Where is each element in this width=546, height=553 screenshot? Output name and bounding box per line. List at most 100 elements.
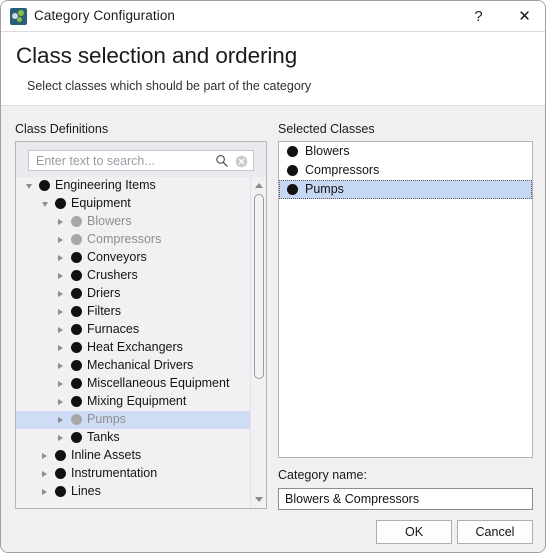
tree-item-blowers[interactable]: Blowers xyxy=(16,213,250,231)
chevron-right-icon[interactable] xyxy=(58,345,63,351)
category-name-field[interactable]: Blowers & Compressors xyxy=(278,488,533,510)
chevron-right-icon[interactable] xyxy=(42,453,47,459)
tree-item-lines[interactable]: Lines xyxy=(16,483,250,501)
help-button[interactable]: ? xyxy=(456,1,501,31)
tree-item-mechanical-drivers[interactable]: Mechanical Drivers xyxy=(16,357,250,375)
chevron-right-icon[interactable] xyxy=(58,381,63,387)
tree-item-engineering-items[interactable]: Engineering Items xyxy=(16,177,250,195)
class-bullet-icon xyxy=(39,180,50,191)
chevron-right-icon[interactable] xyxy=(58,219,63,225)
selected-class-row[interactable]: Blowers xyxy=(279,142,532,161)
class-bullet-icon xyxy=(71,414,82,425)
tree-item-label: Tanks xyxy=(87,430,120,444)
class-bullet-icon xyxy=(55,486,66,497)
tree-item-label: Inline Assets xyxy=(71,448,142,462)
window-title: Category Configuration xyxy=(34,8,176,23)
category-name-label: Category name: xyxy=(278,468,367,482)
class-definitions-label: Class Definitions xyxy=(15,122,109,136)
selected-classes-label: Selected Classes xyxy=(278,122,375,136)
chevron-right-icon[interactable] xyxy=(58,327,63,333)
class-bullet-icon xyxy=(71,234,82,245)
tree-item-label: Equipment xyxy=(71,196,131,210)
category-icon xyxy=(10,8,27,25)
category-configuration-dialog: Category Configuration ? ✕ Class selecti… xyxy=(0,0,546,553)
tree-item-label: Engineering Items xyxy=(55,178,156,192)
magnifier-icon[interactable] xyxy=(215,154,229,168)
chevron-right-icon[interactable] xyxy=(58,417,63,423)
close-button[interactable]: ✕ xyxy=(502,1,545,31)
tree-item-label: Conveyors xyxy=(87,250,147,264)
class-bullet-icon xyxy=(71,378,82,389)
tree-item-label: Instrumentation xyxy=(71,466,158,480)
selected-class-label: Compressors xyxy=(305,163,380,177)
tree-item-heat-exchangers[interactable]: Heat Exchangers xyxy=(16,339,250,357)
tree-item-label: Crushers xyxy=(87,268,138,282)
selected-classes-list[interactable]: Blowers Compressors Pumps xyxy=(278,141,533,458)
class-bullet-icon xyxy=(71,216,82,227)
tree-item-filters[interactable]: Filters xyxy=(16,303,250,321)
tree-item-instrumentation[interactable]: Instrumentation xyxy=(16,465,250,483)
tree-item-label: Filters xyxy=(87,304,122,318)
chevron-right-icon[interactable] xyxy=(58,255,63,261)
scroll-down-arrow-icon[interactable] xyxy=(255,497,263,502)
tree-item-inline-assets[interactable]: Inline Assets xyxy=(16,447,250,465)
chevron-down-icon[interactable] xyxy=(26,184,32,189)
clear-circle-icon[interactable] xyxy=(235,155,248,168)
class-bullet-icon xyxy=(71,288,82,299)
chevron-right-icon[interactable] xyxy=(42,471,47,477)
scrollbar-thumb[interactable] xyxy=(254,194,264,379)
tree-item-label: Heat Exchangers xyxy=(87,340,183,354)
tree-vertical-scrollbar[interactable] xyxy=(250,177,266,508)
tree-item-tanks[interactable]: Tanks xyxy=(16,429,250,447)
dialog-body: Class Definitions Enter text to search..… xyxy=(1,107,545,552)
chevron-right-icon[interactable] xyxy=(58,237,63,243)
search-zone: Enter text to search... xyxy=(16,142,266,177)
class-bullet-icon xyxy=(55,468,66,479)
class-bullet-icon xyxy=(71,252,82,263)
search-box[interactable]: Enter text to search... xyxy=(28,150,254,171)
tree-item-mixing-equipment[interactable]: Mixing Equipment xyxy=(16,393,250,411)
class-bullet-icon xyxy=(287,165,298,176)
cancel-button[interactable]: Cancel xyxy=(457,520,533,544)
tree-item-crushers[interactable]: Crushers xyxy=(16,267,250,285)
class-bullet-icon xyxy=(287,184,298,195)
tree-item-pumps[interactable]: Pumps xyxy=(16,411,250,429)
tree-item-driers[interactable]: Driers xyxy=(16,285,250,303)
class-bullet-icon xyxy=(71,396,82,407)
category-name-value[interactable]: Blowers & Compressors xyxy=(285,492,419,506)
chevron-right-icon[interactable] xyxy=(58,291,63,297)
tree-item-label: Lines xyxy=(71,484,101,498)
ok-button[interactable]: OK xyxy=(376,520,452,544)
chevron-right-icon[interactable] xyxy=(58,363,63,369)
chevron-right-icon[interactable] xyxy=(58,399,63,405)
tree-item-label: Furnaces xyxy=(87,322,140,336)
class-bullet-icon xyxy=(71,360,82,371)
class-bullet-icon xyxy=(71,306,82,317)
scroll-up-arrow-icon[interactable] xyxy=(255,183,263,188)
class-tree: Engineering Items Equipment Blowers Compres… xyxy=(16,177,250,501)
class-bullet-icon xyxy=(287,146,298,157)
tree-item-label: Blowers xyxy=(87,214,132,228)
class-bullet-icon xyxy=(55,198,66,209)
selected-class-row[interactable]: Pumps xyxy=(279,180,532,199)
tree-item-label: Mixing Equipment xyxy=(87,394,187,408)
tree-item-furnaces[interactable]: Furnaces xyxy=(16,321,250,339)
selected-class-label: Pumps xyxy=(305,182,344,196)
page-title: Class selection and ordering xyxy=(16,43,298,68)
tree-item-conveyors[interactable]: Conveyors xyxy=(16,249,250,267)
search-input[interactable]: Enter text to search... xyxy=(36,154,155,168)
tree-item-miscellaneous-equipment[interactable]: Miscellaneous Equipment xyxy=(16,375,250,393)
chevron-right-icon[interactable] xyxy=(58,435,63,441)
chevron-right-icon[interactable] xyxy=(58,273,63,279)
chevron-down-icon[interactable] xyxy=(42,202,48,207)
selected-class-label: Blowers xyxy=(305,144,350,158)
class-bullet-icon xyxy=(71,324,82,335)
title-bar: Category Configuration ? ✕ xyxy=(1,1,545,32)
chevron-right-icon[interactable] xyxy=(42,489,47,495)
selected-class-row[interactable]: Compressors xyxy=(279,161,532,180)
tree-item-label: Miscellaneous Equipment xyxy=(87,376,230,390)
tree-item-compressors[interactable]: Compressors xyxy=(16,231,250,249)
chevron-right-icon[interactable] xyxy=(58,309,63,315)
class-bullet-icon xyxy=(71,342,82,353)
tree-item-equipment[interactable]: Equipment xyxy=(16,195,250,213)
